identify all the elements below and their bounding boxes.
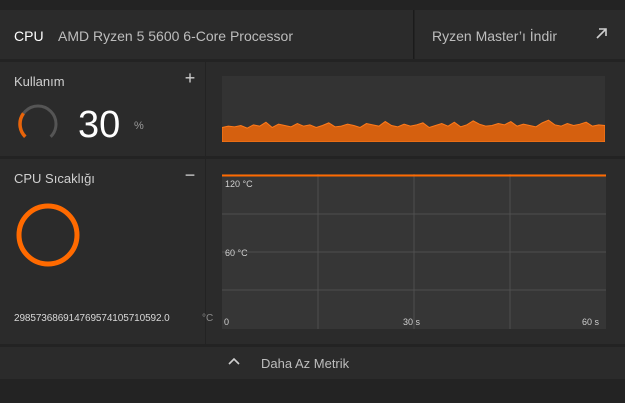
show-less-metrics-button[interactable]: Daha Az Metrik — [0, 347, 625, 379]
usage-value: 30 — [78, 104, 121, 146]
temperature-unit: °C — [202, 313, 214, 324]
usage-unit: % — [134, 120, 144, 132]
temp-axis-high: 120 °C — [225, 179, 253, 189]
processor-name: AMD Ryzen 5 5600 6-Core Processor — [58, 28, 293, 44]
chevron-up-icon — [228, 357, 240, 365]
show-less-metrics-label: Daha Az Metrik — [261, 356, 350, 371]
time-axis-mid: 30 s — [403, 317, 421, 327]
processor-header: CPU AMD Ryzen 5 5600 6-Core Processor — [0, 10, 414, 59]
usage-graph-panel — [206, 62, 625, 156]
external-arrow-icon — [596, 28, 607, 39]
temperature-ring — [16, 203, 80, 267]
usage-expand-toggle[interactable]: + — [182, 68, 198, 88]
temperature-collapse-toggle[interactable]: − — [182, 165, 198, 185]
temperature-history-graph: 120 °C 60 °C 0 30 s 60 s — [222, 174, 606, 329]
temperature-value: 298573686914769574105710592.0 — [14, 313, 170, 324]
usage-history-graph — [222, 76, 605, 142]
download-ryzen-master-label: Ryzen Master’ı İndir — [432, 28, 558, 44]
temperature-panel: CPU Sıcaklığı − 298573686914769574105710… — [0, 159, 213, 344]
temperature-graph-panel: 120 °C 60 °C 0 30 s 60 s — [206, 159, 625, 344]
temperature-title: CPU Sıcaklığı — [14, 171, 95, 186]
usage-panel: Kullanım + 30 % — [0, 62, 205, 156]
temp-axis-mid: 60 °C — [225, 248, 248, 258]
usage-title: Kullanım — [14, 74, 65, 89]
time-axis-start: 0 — [224, 317, 230, 327]
cpu-tab-label: CPU — [14, 28, 44, 44]
download-ryzen-master-button[interactable]: Ryzen Master’ı İndir — [415, 10, 625, 59]
time-axis-end: 60 s — [582, 317, 600, 327]
usage-gauge — [18, 104, 58, 144]
